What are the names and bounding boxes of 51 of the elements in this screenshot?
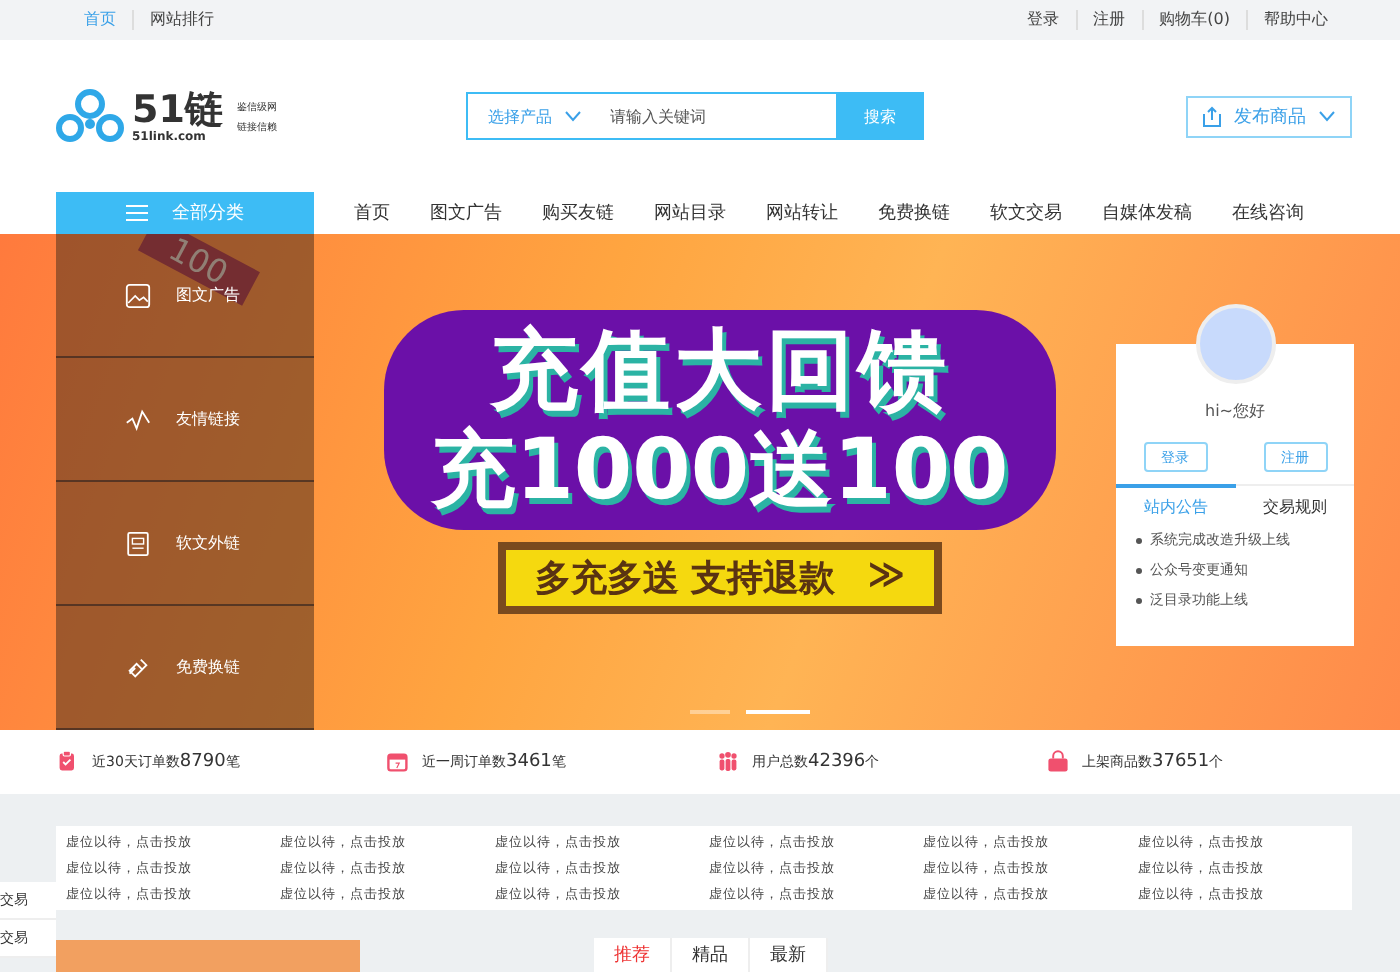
bullet-icon [1136, 597, 1142, 604]
nav-link[interactable]: 图文广告 [410, 192, 522, 234]
top-link[interactable]: 网站排行 [132, 10, 230, 30]
content-tab[interactable]: 精品 [672, 938, 750, 972]
nav-link[interactable]: 免费换链 [858, 192, 970, 234]
search-field[interactable]: 请输入关键词 [598, 92, 836, 140]
upload-icon [1202, 105, 1222, 127]
avatar-placeholder [1195, 304, 1275, 384]
top-link[interactable]: 购物车(0) [1141, 10, 1246, 30]
nav-link[interactable]: 自媒体发稿 [1082, 192, 1212, 234]
banner-headline: 充值大回馈 [489, 322, 950, 422]
tagline-text: 多充多送 支持退款 [534, 556, 836, 602]
category-label: 友情链接 [176, 408, 240, 430]
category-item[interactable]: 免费换链 [56, 606, 314, 730]
nav-link[interactable]: 购买友链 [522, 192, 634, 234]
greeting: hi~您好 [1205, 400, 1265, 422]
category-label: 图文广告 [176, 284, 240, 306]
calendar-icon [386, 750, 410, 774]
bullet-icon [1136, 567, 1142, 574]
nav-link[interactable]: 在线咨询 [1212, 192, 1324, 234]
banner-headline: 充1000送100 [431, 422, 1009, 518]
image-icon [124, 281, 152, 309]
logo-name: 51链 [132, 89, 223, 129]
category-label: 软文外链 [176, 532, 240, 554]
category-item[interactable]: 软文外链 [56, 482, 314, 606]
nav-link[interactable]: 网站目录 [634, 192, 746, 234]
top-link[interactable]: 帮助中心 [1246, 10, 1344, 30]
chevron-down-icon [1318, 110, 1336, 122]
nav-link[interactable]: 首页 [334, 192, 410, 234]
cloud-logo-icon [56, 88, 124, 144]
link-icon [124, 653, 152, 681]
nav-link[interactable]: 网站转让 [746, 192, 858, 234]
nav-link[interactable]: 软文交易 [970, 192, 1082, 234]
content-tab[interactable]: 最新 [750, 938, 828, 972]
users-icon [716, 750, 740, 774]
bullet-icon [1136, 537, 1142, 544]
clipboard-icon [56, 750, 80, 774]
top-link[interactable]: 注册 [1075, 10, 1142, 30]
chevron-down-icon [564, 110, 582, 122]
slide-indicator[interactable] [690, 710, 730, 714]
bag-icon [1046, 750, 1070, 774]
top-link[interactable]: 登录 [1011, 10, 1076, 30]
slide-indicator[interactable] [746, 710, 810, 714]
category-item[interactable]: 友情链接 [56, 358, 314, 482]
tagline-arrows: ≫ [867, 554, 906, 600]
menu-icon [126, 204, 148, 222]
category-label: 免费换链 [176, 656, 240, 678]
card-tab[interactable]: 交易规则 [1235, 484, 1354, 518]
doc-icon [124, 529, 152, 557]
chart-icon [124, 405, 152, 433]
content-tab[interactable]: 推荐 [594, 938, 672, 972]
